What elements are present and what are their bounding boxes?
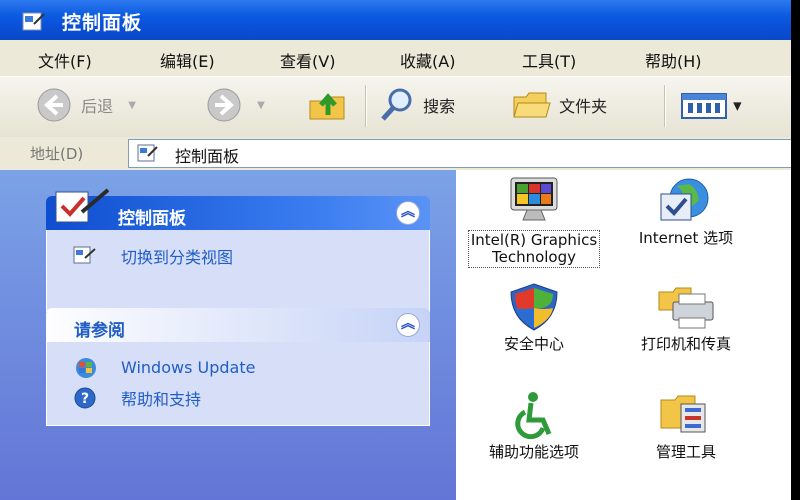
- security-center-item[interactable]: 安全中心: [464, 282, 604, 353]
- administrative-tools-label: 管理工具: [655, 443, 716, 461]
- windows-update-link[interactable]: Windows Update: [121, 358, 255, 377]
- windows-update-icon: [73, 357, 99, 383]
- panel-title-control-panel: 控制面板: [118, 209, 186, 229]
- address-value: 控制面板: [175, 147, 240, 166]
- address-bar: 地址(D) 控制面板: [0, 137, 800, 169]
- up-folder-icon: [309, 93, 345, 120]
- folders-icon: [513, 92, 551, 118]
- window-edge: [791, 0, 800, 500]
- explorer-window: 控制面板 文件(F) 编辑(E) 查看(V) 收藏(A) 工具(T) 帮助(H)…: [0, 0, 800, 500]
- control-panel-icon: [22, 10, 46, 37]
- internet-options-item[interactable]: Internet 选项: [616, 176, 756, 247]
- menu-edit[interactable]: 编辑(E): [160, 48, 215, 72]
- switch-view-icon: [73, 244, 97, 270]
- menu-tools[interactable]: 工具(T): [522, 48, 576, 72]
- control-panel-panel: 控制面板 ︽ 切换到分类视图: [46, 188, 430, 312]
- help-and-support-link[interactable]: 帮助和支持: [121, 386, 201, 410]
- address-field[interactable]: 控制面板: [128, 139, 800, 168]
- control-panel-large-icon: [52, 182, 112, 233]
- back-label: 后退: [81, 97, 114, 116]
- see-also-panel: 请参阅 ︽ Windows Update ? 帮助和支持: [46, 308, 430, 426]
- globe-icon: [660, 178, 709, 221]
- menu-favorites[interactable]: 收藏(A): [400, 48, 455, 72]
- help-icon: ?: [73, 386, 97, 414]
- panel-title-see-also: 请参阅: [74, 321, 125, 341]
- administrative-tools-item[interactable]: 管理工具: [616, 390, 756, 461]
- menu-file[interactable]: 文件(F): [38, 48, 92, 72]
- svg-text:?: ?: [81, 391, 89, 407]
- accessibility-options-label: 辅助功能选项: [488, 443, 579, 461]
- folders-button[interactable]: 文件夹: [510, 87, 607, 123]
- intel-graphics-label: Intel(R) Graphics Technology: [470, 231, 598, 266]
- intel-graphics-item[interactable]: Intel(R) Graphics Technology: [464, 176, 604, 268]
- security-center-label: 安全中心: [503, 335, 564, 353]
- menu-view[interactable]: 查看(V): [280, 48, 335, 72]
- views-dropdown-icon: ▼: [733, 99, 742, 113]
- window-title: 控制面板: [62, 12, 143, 34]
- title-bar: 控制面板: [0, 0, 800, 40]
- address-label: 地址(D): [30, 145, 84, 163]
- search-icon: [381, 88, 412, 121]
- toolbar-separator: [365, 85, 367, 127]
- forward-arrow-icon: [207, 88, 241, 122]
- accessibility-icon: [515, 392, 552, 440]
- panel-header-see-also[interactable]: 请参阅 ︽: [46, 308, 430, 342]
- accessibility-options-item[interactable]: 辅助功能选项: [464, 390, 604, 461]
- control-panel-small-icon: [137, 143, 159, 167]
- search-button[interactable]: 搜索: [378, 87, 455, 123]
- shield-icon: [510, 283, 558, 331]
- toolbar-separator-2: [664, 85, 666, 127]
- printers-and-faxes-item[interactable]: 打印机和传真: [616, 282, 756, 353]
- collapse-chevron-icon[interactable]: ︽: [396, 201, 420, 225]
- task-pane: 控制面板 ︽ 切换到分类视图 请参阅 ︽ Windows Update ? 帮助…: [0, 170, 456, 500]
- views-icon: [681, 93, 727, 119]
- printer-icon: [658, 287, 714, 329]
- content-area: Intel(R) Graphics Technology Internet 选项…: [456, 170, 800, 500]
- up-folder-button[interactable]: [306, 85, 350, 129]
- panel-body-control-panel: 切换到分类视图: [46, 230, 430, 312]
- search-label: 搜索: [423, 97, 456, 116]
- panel-body-see-also: Windows Update ? 帮助和支持: [46, 342, 430, 426]
- back-arrow-icon: [37, 88, 71, 122]
- back-dropdown-icon: ▼: [128, 99, 136, 111]
- forward-dropdown-icon: ▼: [257, 99, 265, 111]
- switch-to-category-view-link[interactable]: 切换到分类视图: [121, 244, 233, 268]
- back-button[interactable]: 后退 ▼: [36, 87, 136, 123]
- admin-tools-icon: [660, 395, 706, 433]
- menu-bar: 文件(F) 编辑(E) 查看(V) 收藏(A) 工具(T) 帮助(H): [0, 40, 800, 76]
- printers-and-faxes-label: 打印机和传真: [640, 335, 731, 353]
- panel-header-control-panel[interactable]: 控制面板 ︽: [46, 188, 430, 230]
- toolbar: 后退 ▼ ▼ 搜索 文件夹 ▼: [0, 76, 800, 138]
- views-button[interactable]: ▼: [680, 91, 742, 121]
- collapse-chevron-icon[interactable]: ︽: [396, 313, 420, 337]
- internet-options-label: Internet 选项: [638, 229, 734, 247]
- monitor-icon: [510, 177, 558, 221]
- forward-button[interactable]: ▼: [206, 87, 265, 123]
- menu-help[interactable]: 帮助(H): [645, 48, 702, 72]
- folders-label: 文件夹: [559, 97, 608, 116]
